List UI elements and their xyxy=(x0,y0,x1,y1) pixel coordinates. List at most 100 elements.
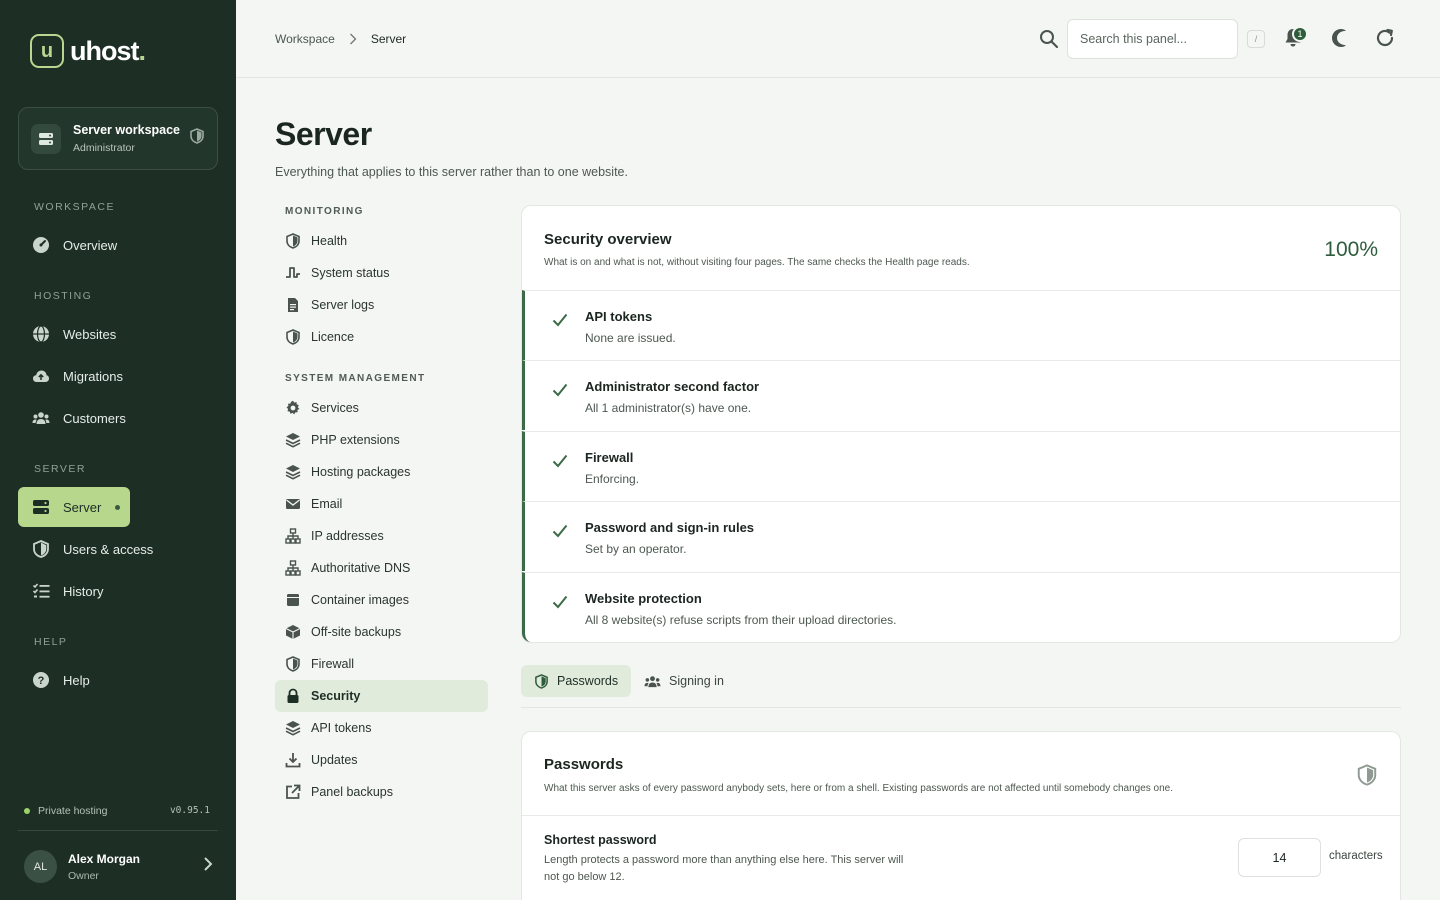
gear-icon xyxy=(285,400,301,416)
breadcrumb-workspace[interactable]: Workspace xyxy=(275,32,335,46)
subnav-item-ip-addresses[interactable]: IP addresses xyxy=(275,520,488,552)
shield-half-icon xyxy=(285,329,301,345)
section-label-hosting: HOSTING xyxy=(34,290,93,302)
subnav-item-security[interactable]: Security xyxy=(275,680,488,712)
moon-icon[interactable] xyxy=(1327,27,1349,54)
sidebar-item-customers[interactable]: Customers xyxy=(18,398,218,438)
help-circle-icon: ? xyxy=(31,670,51,690)
user-name: Alex Morgan xyxy=(68,851,141,866)
box-open-icon xyxy=(285,624,301,640)
section-label-server: SERVER xyxy=(34,463,86,475)
avatar: AL xyxy=(24,850,57,883)
sidebar-item-migrations[interactable]: Migrations xyxy=(18,356,218,396)
subnav-item-health[interactable]: Health xyxy=(275,225,488,257)
sidebar-footer: Private hosting v0.95.1 xyxy=(24,805,210,817)
network-icon xyxy=(285,528,301,544)
subnav-item-api-tokens[interactable]: API tokens xyxy=(275,712,488,744)
security-tabs: Passwords Signing in xyxy=(521,665,1401,708)
security-score: 100% xyxy=(1324,238,1378,261)
user-role: Owner xyxy=(68,869,99,882)
check-icon xyxy=(551,452,569,475)
check-icon xyxy=(551,593,569,616)
subnav-item-authoritative-dns[interactable]: Authoritative DNS xyxy=(275,552,488,584)
sidebar-item-websites[interactable]: Websites xyxy=(18,314,218,354)
check-detail: All 1 administrator(s) have one. xyxy=(585,401,752,415)
shortest-password-field[interactable] xyxy=(1238,838,1321,877)
check-row-password-rules: Password and sign-in rules Set by an ope… xyxy=(522,501,1400,571)
check-row-firewall: Firewall Enforcing. xyxy=(522,431,1400,501)
network-icon xyxy=(285,560,301,576)
subnav-section-monitoring: MONITORING xyxy=(285,206,364,217)
subnav-item-email[interactable]: Email xyxy=(275,488,488,520)
subnav-item-offsite-backups[interactable]: Off-site backups xyxy=(275,616,488,648)
subnav-item-system-status[interactable]: System status xyxy=(275,257,488,289)
check-row-website-protection: Website protection All 8 website(s) refu… xyxy=(522,572,1400,642)
check-title: Administrator second factor xyxy=(585,379,760,394)
refresh-icon[interactable] xyxy=(1374,27,1396,54)
gauge-icon xyxy=(31,235,51,255)
workspace-role: Administrator xyxy=(73,142,135,154)
shortest-password-row: Shortest password Length protects a pass… xyxy=(522,815,1400,883)
check-detail: All 8 website(s) refuse scripts from the… xyxy=(585,613,897,627)
security-overview-description: What is on and what is not, without visi… xyxy=(544,257,970,268)
section-label-workspace: WORKSPACE xyxy=(34,201,115,213)
section-label-help: HELP xyxy=(34,636,68,648)
subnav-item-server-logs[interactable]: Server logs xyxy=(275,289,488,321)
users-icon xyxy=(31,408,51,428)
globe-icon xyxy=(31,324,51,344)
active-indicator xyxy=(115,504,121,510)
subnav-item-container-images[interactable]: Container images xyxy=(275,584,488,616)
check-detail: None are issued. xyxy=(585,331,676,345)
layers-icon xyxy=(285,720,301,736)
subnav-item-hosting-packages[interactable]: Hosting packages xyxy=(275,456,488,488)
version-label: v0.95.1 xyxy=(169,805,210,816)
layers-icon xyxy=(285,464,301,480)
search-input[interactable] xyxy=(1080,32,1237,46)
sidebar: u uhost. Server workspace Administrator … xyxy=(0,0,236,900)
shortest-password-input[interactable] xyxy=(1239,839,1320,876)
search-field[interactable] xyxy=(1067,19,1238,59)
subnav-item-services[interactable]: Services xyxy=(275,392,488,424)
shield-icon xyxy=(189,128,205,149)
pulse-icon xyxy=(285,265,301,281)
sidebar-item-server[interactable]: Server xyxy=(18,487,130,527)
page-title: Server xyxy=(275,116,372,152)
check-row-api-tokens: API tokens None are issued. xyxy=(522,290,1400,360)
sidebar-item-overview[interactable]: Overview xyxy=(18,225,218,265)
shield-half-icon xyxy=(1356,764,1378,791)
subnav-item-php-extensions[interactable]: PHP extensions xyxy=(275,424,488,456)
search-icon[interactable] xyxy=(1039,29,1059,54)
envelope-icon xyxy=(285,496,301,512)
layers-icon xyxy=(285,432,301,448)
external-link-icon xyxy=(285,784,301,800)
check-title: Password and sign-in rules xyxy=(585,520,755,535)
subnav-item-firewall[interactable]: Firewall xyxy=(275,648,488,680)
tab-passwords[interactable]: Passwords xyxy=(521,665,632,697)
svg-text:?: ? xyxy=(38,675,45,687)
user-menu[interactable]: AL Alex Morgan Owner xyxy=(24,850,214,883)
subnav-item-licence[interactable]: Licence xyxy=(275,321,488,353)
logo[interactable]: u uhost. xyxy=(30,34,146,68)
passwords-title: Passwords xyxy=(544,756,624,773)
subnav-section-system-management: SYSTEM MANAGEMENT xyxy=(285,373,426,384)
shortest-password-label: Shortest password xyxy=(544,833,657,847)
shortest-password-help: Length protects a password more than any… xyxy=(544,854,904,883)
subnav-item-updates[interactable]: Updates xyxy=(275,744,488,776)
workspace-switcher[interactable]: Server workspace Administrator xyxy=(18,107,218,170)
check-icon xyxy=(551,522,569,545)
tab-signing-in[interactable]: Signing in xyxy=(631,665,737,697)
sidebar-item-history[interactable]: History xyxy=(18,571,218,611)
breadcrumb: Workspace Server xyxy=(275,32,406,46)
subnav-item-panel-backups[interactable]: Panel backups xyxy=(275,776,488,808)
sidebar-item-users-access[interactable]: Users & access xyxy=(18,529,218,569)
users-icon xyxy=(644,674,661,689)
workspace-title: Server workspace xyxy=(73,123,181,137)
passwords-card: Passwords What this server asks of every… xyxy=(521,731,1401,900)
sidebar-item-help[interactable]: ? Help xyxy=(18,660,218,700)
check-title: Firewall xyxy=(585,450,634,465)
shield-half-icon xyxy=(285,233,301,249)
download-icon xyxy=(285,752,301,768)
check-title: Website protection xyxy=(585,591,702,606)
box-icon xyxy=(285,592,301,608)
shield-half-icon xyxy=(534,673,549,689)
